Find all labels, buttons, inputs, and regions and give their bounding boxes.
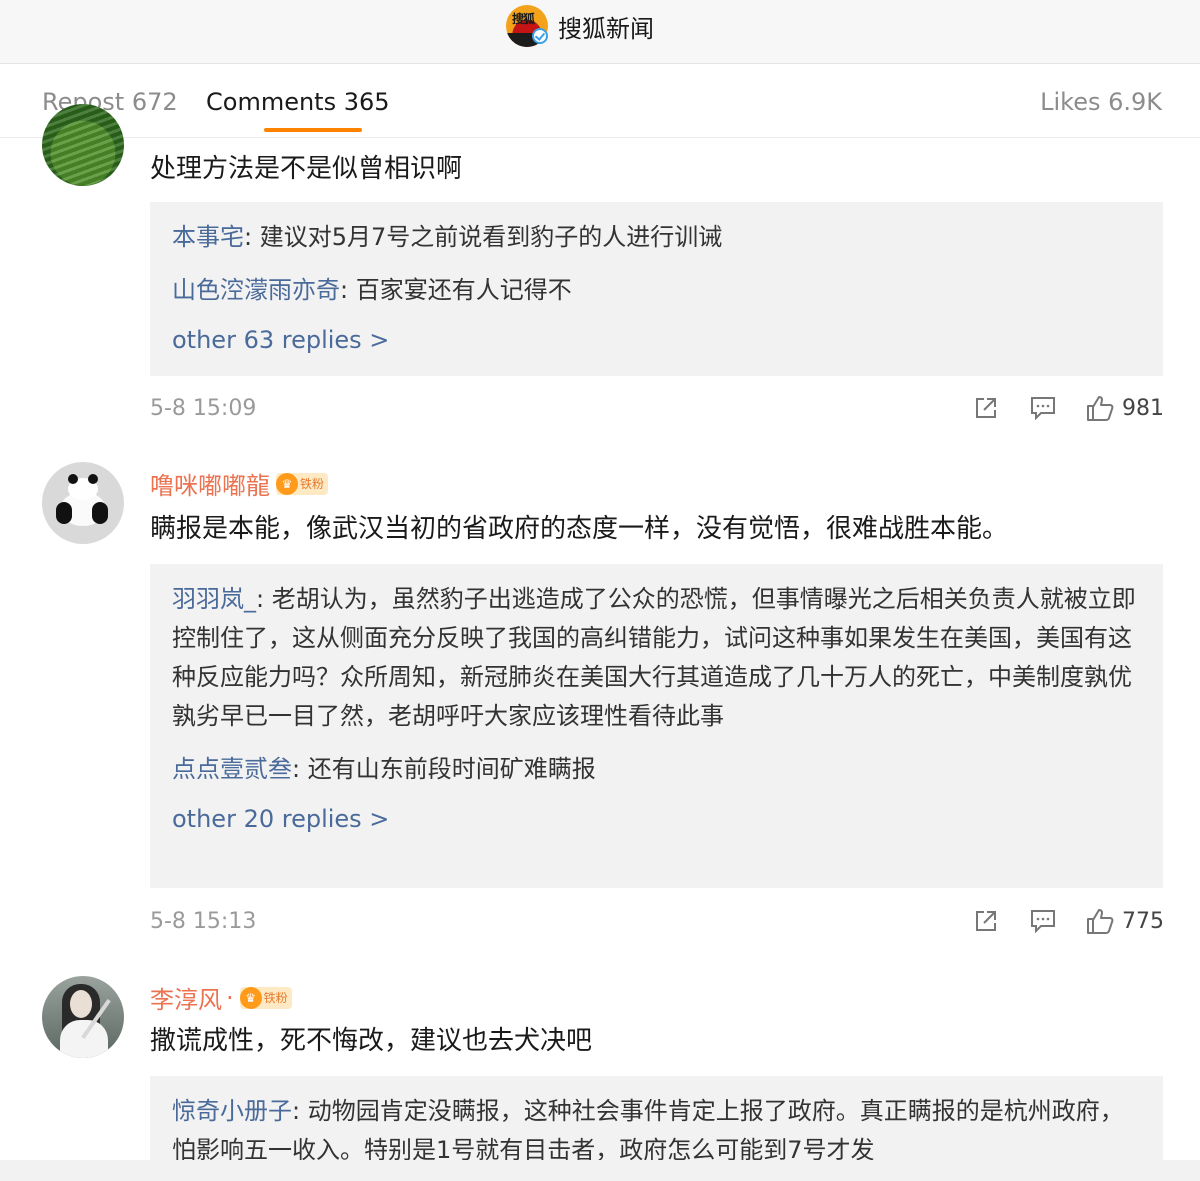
- top-bar: 搜狐 搜狐新闻: [0, 0, 1200, 64]
- like-button[interactable]: 981: [1086, 392, 1164, 424]
- reply-box[interactable]: 羽羽岚_: 老胡认为，虽然豹子出逃造成了公众的恐慌，但事情曝光之后相关负责人就被…: [150, 564, 1163, 888]
- comment-icon[interactable]: [1030, 909, 1056, 934]
- fan-badge: ♛ 铁粉: [276, 472, 329, 495]
- reply-username[interactable]: 山色涳濛雨亦奇: [172, 276, 340, 304]
- fan-badge: ♛ 铁粉: [239, 986, 292, 1009]
- avatar[interactable]: [42, 462, 124, 544]
- comment-time: 5-8 15:13: [150, 909, 257, 934]
- account-header[interactable]: 搜狐 搜狐新闻: [506, 4, 654, 48]
- comment-text: 处理方法是不是似曾相识啊: [150, 154, 463, 184]
- avatar[interactable]: [42, 104, 124, 186]
- fan-badge-label: 铁粉: [263, 991, 288, 1005]
- reply-text: : 还有山东前段时间矿难瞒报: [292, 755, 596, 783]
- logo-text: 搜狐: [512, 12, 535, 26]
- active-tab-indicator: [264, 128, 362, 132]
- reply-item: 山色涳濛雨亦奇: 百家宴还有人记得不: [172, 271, 1141, 310]
- thumbs-up-icon: [1087, 909, 1114, 934]
- comment-text: 瞒报是本能，像武汉当初的省政府的态度一样，没有觉悟，很难战胜本能。: [150, 514, 1009, 544]
- bottom-edge: [0, 1160, 1200, 1181]
- reply-text: : 建议对5月7号之前说看到豹子的人进行训诫: [244, 223, 723, 251]
- reply-item: 羽羽岚_: 老胡认为，虽然豹子出逃造成了公众的恐慌，但事情曝光之后相关负责人就被…: [172, 580, 1141, 736]
- reply-text: : 动物园肯定没瞒报，这种社会事件肯定上报了政府。真正瞒报的是杭州政府，怕影响五…: [172, 1097, 1124, 1164]
- thumbs-up-icon: [1087, 396, 1114, 421]
- comment-username[interactable]: 李淳风 · ♛ 铁粉: [150, 980, 292, 1015]
- comment-time: 5-8 15:09: [150, 396, 257, 421]
- comment-username[interactable]: 噜咪嘟嘟龍 ♛ 铁粉: [150, 466, 329, 501]
- reply-username[interactable]: 本事宅: [172, 223, 244, 251]
- comment-meta: 5-8 15:09 981: [150, 392, 1164, 428]
- reply-item: 点点壹贰叁: 还有山东前段时间矿难瞒报: [172, 750, 1141, 789]
- share-icon[interactable]: [974, 909, 998, 933]
- reply-username[interactable]: 羽羽岚_: [172, 585, 256, 613]
- tab-bar: Repost 672 Comments 365 Likes 6.9K: [0, 64, 1200, 138]
- account-name: 搜狐新闻: [558, 14, 654, 43]
- tab-likes[interactable]: Likes 6.9K: [1040, 88, 1162, 116]
- share-icon[interactable]: [974, 396, 998, 420]
- reply-box[interactable]: 本事宅: 建议对5月7号之前说看到豹子的人进行训诫 山色涳濛雨亦奇: 百家宴还有…: [150, 202, 1163, 376]
- like-count: 981: [1122, 395, 1164, 421]
- crown-icon: ♛: [239, 986, 262, 1009]
- reply-item: 本事宅: 建议对5月7号之前说看到豹子的人进行训诫: [172, 218, 1141, 257]
- more-replies-link[interactable]: other 20 replies >: [172, 803, 1141, 835]
- username-text: 李淳风: [150, 986, 222, 1014]
- username-text: 噜咪嘟嘟龍: [150, 472, 270, 500]
- comment-text: 撒谎成性，死不悔改，建议也去犬决吧: [150, 1026, 593, 1056]
- comment-icon[interactable]: [1030, 396, 1056, 421]
- like-button[interactable]: 775: [1086, 905, 1164, 937]
- reply-text: : 老胡认为，虽然豹子出逃造成了公众的恐慌，但事情曝光之后相关负责人就被立即控制…: [172, 585, 1136, 730]
- verified-icon: [532, 28, 548, 44]
- reply-item: 惊奇小册子: 动物园肯定没瞒报，这种社会事件肯定上报了政府。真正瞒报的是杭州政府…: [172, 1092, 1141, 1170]
- fan-badge-label: 铁粉: [300, 477, 325, 491]
- reply-text: : 百家宴还有人记得不: [340, 276, 572, 304]
- crown-icon: ♛: [276, 472, 298, 495]
- more-replies-link[interactable]: other 63 replies >: [172, 324, 1141, 356]
- username-dot: ·: [226, 983, 234, 1012]
- like-count: 775: [1122, 908, 1164, 934]
- tab-comments[interactable]: Comments 365: [206, 88, 390, 116]
- reply-username[interactable]: 点点壹贰叁: [172, 755, 292, 783]
- comment-meta: 5-8 15:13 775: [150, 905, 1164, 941]
- reply-username[interactable]: 惊奇小册子: [172, 1097, 292, 1125]
- avatar[interactable]: [42, 976, 124, 1058]
